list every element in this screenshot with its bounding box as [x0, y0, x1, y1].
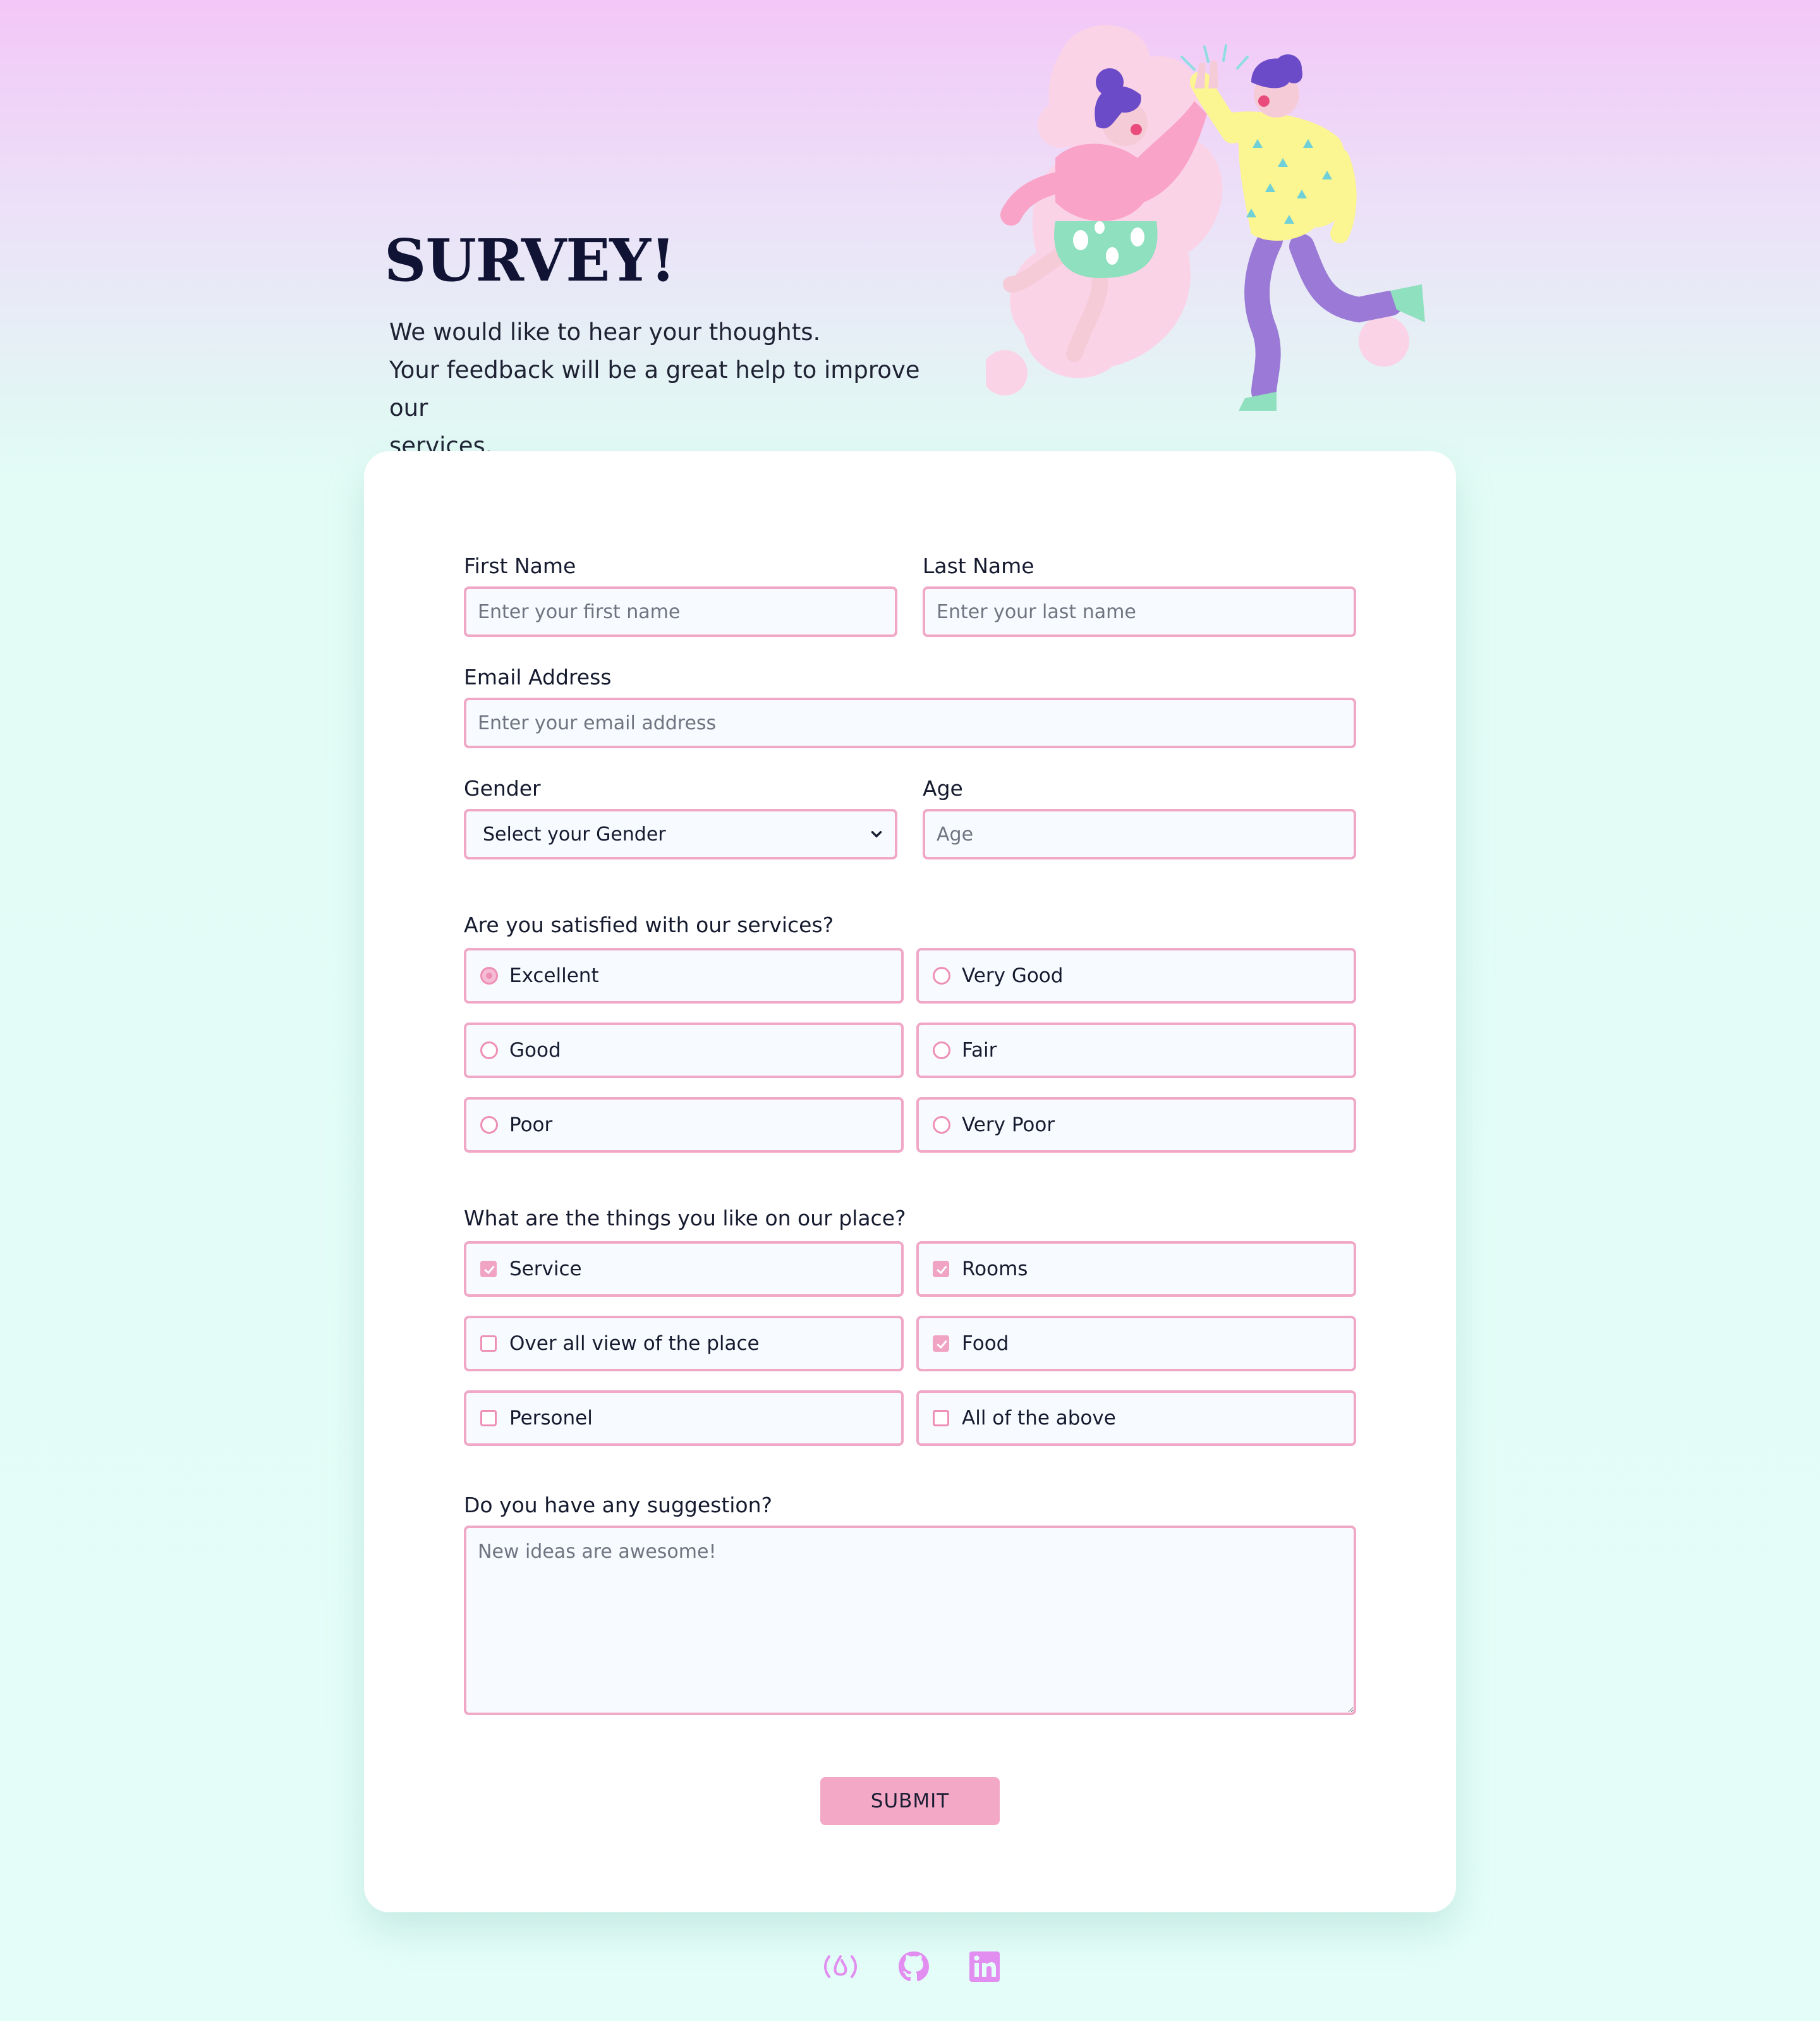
radio-option-very-good[interactable]: Very Good: [916, 948, 1356, 1004]
checkbox-option-overall-view[interactable]: Over all view of the place: [464, 1316, 904, 1371]
submit-button[interactable]: SUBMIT: [820, 1777, 1000, 1825]
intro-line: We would like to hear your thoughts.: [389, 319, 821, 346]
first-name-label: First Name: [464, 554, 576, 578]
suggestion-textarea[interactable]: [464, 1526, 1356, 1715]
page-intro: We would like to hear your thoughts. You…: [389, 313, 920, 465]
checkbox-label: Personel: [509, 1407, 593, 1429]
first-name-input[interactable]: [464, 586, 897, 637]
email-label: Email Address: [464, 665, 612, 689]
checkbox-option-rooms[interactable]: Rooms: [916, 1241, 1356, 1297]
page-title: SURVEY!: [384, 226, 676, 294]
checkbox-label: Over all view of the place: [509, 1332, 760, 1355]
radio-option-fair[interactable]: Fair: [916, 1023, 1356, 1078]
last-name-input[interactable]: [923, 586, 1356, 637]
radio-button[interactable]: [933, 967, 950, 985]
gender-select[interactable]: Select your Gender: [464, 809, 897, 859]
checkbox[interactable]: [480, 1410, 497, 1426]
radio-label: Poor: [509, 1114, 553, 1136]
radio-button[interactable]: [933, 1041, 950, 1059]
gender-label: Gender: [464, 776, 541, 801]
github-icon[interactable]: [895, 1948, 933, 1986]
checkbox[interactable]: [933, 1410, 949, 1426]
chevron-down-icon: [871, 831, 882, 838]
linkedin-icon[interactable]: [966, 1948, 1004, 1986]
checkbox-option-food[interactable]: Food: [916, 1316, 1356, 1371]
checkbox-option-personel[interactable]: Personel: [464, 1390, 904, 1446]
email-input[interactable]: [464, 698, 1356, 748]
freecodecamp-icon[interactable]: [822, 1948, 859, 1986]
age-label: Age: [923, 776, 963, 801]
radio-label: Excellent: [509, 964, 599, 987]
radio-option-poor[interactable]: Poor: [464, 1097, 904, 1153]
gender-select-value: Select your Gender: [483, 823, 666, 846]
satisfaction-question: Are you satisfied with our services?: [464, 913, 834, 937]
radio-label: Very Good: [962, 964, 1064, 987]
radio-label: Fair: [962, 1039, 997, 1062]
checkbox[interactable]: [480, 1261, 497, 1277]
likes-question: What are the things you like on our plac…: [464, 1206, 906, 1230]
last-name-label: Last Name: [923, 554, 1034, 578]
checkbox-label: Service: [509, 1258, 582, 1280]
radio-button[interactable]: [480, 967, 498, 985]
radio-button[interactable]: [480, 1041, 498, 1059]
radio-button[interactable]: [480, 1116, 498, 1134]
checkbox[interactable]: [480, 1335, 497, 1352]
radio-button[interactable]: [933, 1116, 950, 1134]
radio-label: Very Poor: [962, 1114, 1055, 1136]
radio-option-good[interactable]: Good: [464, 1023, 904, 1078]
checkbox[interactable]: [933, 1335, 949, 1352]
checkbox[interactable]: [933, 1261, 949, 1277]
high-five-illustration: [986, 25, 1425, 411]
checkbox-label: Rooms: [962, 1258, 1028, 1280]
checkbox-option-service[interactable]: Service: [464, 1241, 904, 1297]
radio-option-excellent[interactable]: Excellent: [464, 948, 904, 1004]
checkbox-label: Food: [962, 1332, 1009, 1355]
radio-option-very-poor[interactable]: Very Poor: [916, 1097, 1356, 1153]
intro-line: Your feedback will be a great help to im…: [389, 356, 920, 422]
suggestion-label: Do you have any suggestion?: [464, 1493, 773, 1517]
checkbox-label: All of the above: [962, 1407, 1116, 1429]
age-input[interactable]: [923, 809, 1356, 859]
checkbox-option-all-of-the-above[interactable]: All of the above: [916, 1390, 1356, 1446]
radio-label: Good: [509, 1039, 561, 1062]
